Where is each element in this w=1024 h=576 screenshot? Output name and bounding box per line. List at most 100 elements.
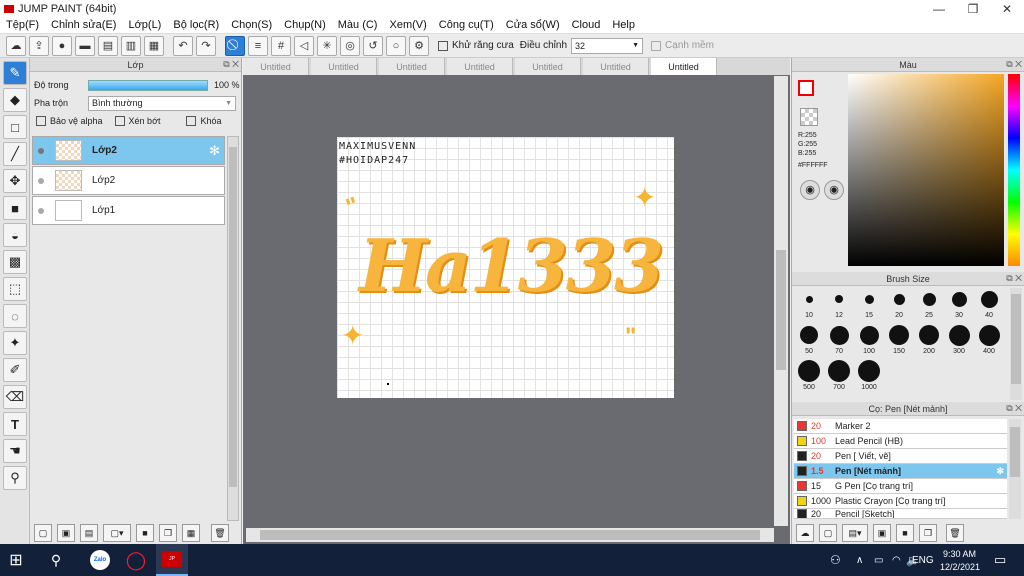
brush-size-option[interactable]: 10	[794, 288, 824, 324]
adjust-select[interactable]: 32 ▼	[571, 37, 644, 54]
message-icon[interactable]: ▬	[75, 35, 95, 56]
parallel-ruler-icon[interactable]: ≡	[248, 35, 268, 56]
line-tool-icon[interactable]: ╱	[3, 142, 27, 166]
text-tool-icon[interactable]: T	[3, 412, 27, 436]
comment-icon[interactable]: ●	[52, 35, 72, 56]
layer-item[interactable]: Lớp2	[32, 166, 225, 195]
gear-icon[interactable]: ✻	[209, 143, 220, 159]
menu-color[interactable]: Màu (C)	[338, 19, 378, 31]
grid-ruler-icon[interactable]: #	[271, 35, 291, 56]
pen-item[interactable]: 100 Lead Pencil (HB)	[794, 434, 1007, 449]
brush-size-option[interactable]: 15	[854, 288, 884, 324]
drawing-canvas[interactable]: MAXIMUSVENN #HOIDAP247 " ✦ ✦ " Ha1333	[337, 137, 674, 398]
opera-app-icon[interactable]: ◯	[120, 544, 152, 576]
ellipse-ruler-icon[interactable]: ○	[386, 35, 406, 56]
panel-close-icon[interactable]: ⧉ ✕	[223, 59, 239, 70]
brush-copy-icon[interactable]: ▣	[873, 524, 891, 542]
brush-size-option[interactable]: 50	[794, 324, 824, 360]
windows-start-icon[interactable]: ⊞	[0, 544, 32, 576]
lasso-tool-icon[interactable]: ◌	[3, 304, 27, 328]
tab-untitled[interactable]: Untitled	[243, 58, 309, 75]
trash-icon[interactable]: 🗑	[211, 524, 229, 542]
zalo-app-icon[interactable]: Zalo	[84, 544, 116, 576]
menu-select[interactable]: Chọn(S)	[231, 19, 272, 31]
brush-size-option[interactable]: 30	[944, 288, 974, 324]
palette-settings-icon[interactable]: ◉	[824, 180, 844, 200]
panel-close-icon[interactable]: ⧉ ✕	[1006, 273, 1022, 284]
curve-ruler-icon[interactable]: ↺	[363, 35, 383, 56]
merge-icon[interactable]: ▦	[182, 524, 200, 542]
rect-select-tool-icon[interactable]: ⬚	[3, 277, 27, 301]
gradient-tool-icon[interactable]: ▩	[3, 250, 27, 274]
move-tool-icon[interactable]: ✥	[3, 169, 27, 193]
pen-item[interactable]: 20 Pen [ Viết, vẽ]	[794, 449, 1007, 464]
pen-item[interactable]: 15 G Pen [Cọ trang trí]	[794, 479, 1007, 494]
brush-size-option[interactable]: 150	[884, 324, 914, 360]
brush-size-option[interactable]: 200	[914, 324, 944, 360]
opacity-slider[interactable]	[88, 79, 208, 91]
clip-checkbox[interactable]	[114, 116, 125, 126]
brush-tool-icon[interactable]: ✎	[3, 61, 27, 85]
folder-icon[interactable]: ■	[896, 524, 914, 542]
menu-window[interactable]: Cửa sổ(W)	[506, 19, 560, 31]
wifi-icon[interactable]: ◠	[892, 555, 901, 566]
brush-size-option[interactable]: 700	[824, 360, 854, 396]
close-button[interactable]: ✕	[990, 0, 1024, 17]
select-pen-tool-icon[interactable]: ✐	[3, 358, 27, 382]
page-icon[interactable]: ▤	[98, 35, 118, 56]
tray-arrow-icon[interactable]: ∧	[856, 555, 863, 566]
duplicate-icon[interactable]: ❐	[159, 524, 177, 542]
brush-size-option[interactable]: 300	[944, 324, 974, 360]
layer-item[interactable]: Lớp2 ✻	[32, 136, 225, 165]
menu-help[interactable]: Help	[612, 19, 635, 31]
panel-close-icon[interactable]: ⧉ ✕	[1006, 59, 1022, 70]
menu-layer[interactable]: Lớp(L)	[128, 19, 161, 31]
radial-ruler-icon[interactable]: ✳	[317, 35, 337, 56]
clock-date[interactable]: 12/2/2021	[940, 562, 980, 572]
cloud-brush-icon[interactable]: ☁	[796, 524, 814, 542]
menu-view[interactable]: Xem(V)	[389, 19, 426, 31]
cloud-icon[interactable]: ☁	[6, 35, 26, 56]
brush-size-option[interactable]: 1000	[854, 360, 884, 396]
trash-icon[interactable]: 🗑	[946, 524, 964, 542]
visibility-icon[interactable]	[38, 207, 44, 214]
menu-edit[interactable]: Chỉnh sửa(E)	[51, 19, 116, 31]
brush-size-option[interactable]: 12	[824, 288, 854, 324]
hand-tool-icon[interactable]: ☚	[3, 439, 27, 463]
brush-size-option[interactable]: 25	[914, 288, 944, 324]
magic-wand-tool-icon[interactable]: ✦	[3, 331, 27, 355]
fill-rect-tool-icon[interactable]: ■	[3, 196, 27, 220]
export-icon[interactable]: ⇪	[29, 35, 49, 56]
search-icon[interactable]: ⚲	[40, 544, 72, 576]
layer-item[interactable]: Lớp1	[32, 196, 225, 225]
brush-size-scrollbar[interactable]	[1010, 288, 1022, 400]
pen-item[interactable]: 20 Pencil [Sketch]	[794, 509, 1007, 519]
no-ruler-icon[interactable]: ⃠	[225, 35, 245, 56]
new-layer-8bit-icon[interactable]: ▣	[57, 524, 75, 542]
tab-untitled[interactable]: Untitled	[447, 58, 513, 75]
visibility-icon[interactable]	[38, 147, 44, 154]
brush-size-option[interactable]: 40	[974, 288, 1004, 324]
folder-icon[interactable]: ■	[136, 524, 154, 542]
menu-tools[interactable]: Công cụ(T)	[439, 19, 494, 31]
pages-icon[interactable]: ▥	[121, 35, 141, 56]
panel-close-icon[interactable]: ⧉ ✕	[1006, 403, 1022, 414]
jump-paint-app-icon[interactable]: JP	[156, 544, 188, 576]
language-indicator[interactable]: ENG	[912, 555, 934, 566]
tab-untitled-active[interactable]: Untitled	[651, 58, 717, 75]
antialias-checkbox[interactable]	[438, 40, 448, 51]
notification-icon[interactable]: ▭	[994, 552, 1006, 568]
eyedropper-tool-icon[interactable]: ⚲	[3, 466, 27, 490]
menu-capture[interactable]: Chụp(N)	[284, 19, 326, 31]
pen-item-selected[interactable]: 1.5 Pen [Nét mảnh] ✻	[794, 464, 1007, 479]
redo-icon[interactable]: ↷	[196, 35, 216, 56]
bucket-tool-icon[interactable]: ◒	[3, 223, 27, 247]
tab-untitled[interactable]: Untitled	[379, 58, 445, 75]
pen-item[interactable]: 20 Marker 2	[794, 419, 1007, 434]
smooth-checkbox[interactable]	[651, 40, 662, 51]
transparent-color-swatch[interactable]	[800, 108, 818, 126]
lock-checkbox[interactable]	[186, 116, 197, 126]
eraser-tool-icon[interactable]: ◆	[3, 88, 27, 112]
tab-untitled[interactable]: Untitled	[311, 58, 377, 75]
menu-cloud[interactable]: Cloud	[572, 19, 601, 31]
